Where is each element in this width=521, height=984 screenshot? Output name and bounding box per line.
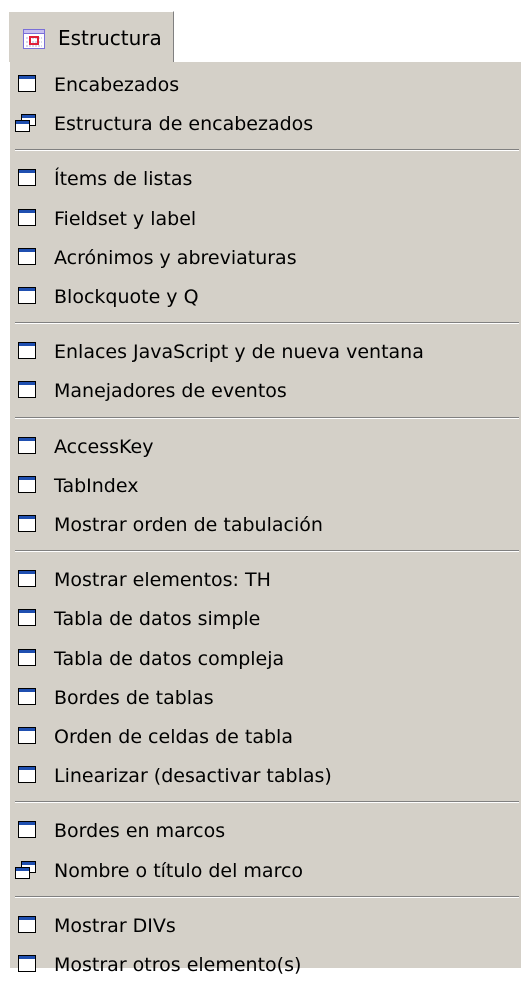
menu-separator xyxy=(15,550,519,553)
window-icon xyxy=(18,381,37,404)
menu-item[interactable]: Blockquote y Q xyxy=(18,282,518,316)
menu-item-label: Mostrar elementos: TH xyxy=(54,569,271,591)
menu-item-label: Ítems de listas xyxy=(54,168,193,190)
menu-item-label: Bordes de tablas xyxy=(54,687,214,709)
menu-item[interactable]: TabIndex xyxy=(18,471,518,505)
window-icon xyxy=(18,955,37,978)
menu-item[interactable]: Fieldset y label xyxy=(18,204,518,238)
menu-item[interactable]: Mostrar otros elemento(s) xyxy=(18,950,518,984)
estructura-dropdown-menu: Encabezados Estructura de encabezados Ítem… xyxy=(8,62,521,976)
menu-item-label: Acrónimos y abreviaturas xyxy=(54,247,297,269)
menu-item-label: Mostrar DIVs xyxy=(54,915,176,937)
window-icon xyxy=(18,476,37,499)
menu-separator xyxy=(15,322,519,325)
window-icon xyxy=(18,570,37,593)
menu-separator xyxy=(15,801,519,804)
menu-separator xyxy=(15,416,519,419)
menu-item[interactable]: Bordes de tablas xyxy=(18,683,518,717)
menu-item[interactable]: Mostrar DIVs xyxy=(18,911,518,945)
menu-item[interactable]: Enlaces JavaScript y de nueva ventana xyxy=(18,337,518,371)
window-icon xyxy=(18,248,37,271)
menu-item[interactable]: Ítems de listas xyxy=(18,164,518,198)
menu-item-label: Estructura de encabezados xyxy=(54,113,314,135)
menu-item-label: TabIndex xyxy=(54,475,139,497)
window-icon xyxy=(18,916,37,939)
menu-title: Estructura xyxy=(58,26,162,50)
menu-item-label: Orden de celdas de tabla xyxy=(54,726,293,748)
window-icon xyxy=(18,437,37,460)
menu-item-label: Linearizar (desactivar tablas) xyxy=(54,765,332,787)
menu-item[interactable]: Linearizar (desactivar tablas) xyxy=(18,761,518,795)
menu-item[interactable]: Bordes en marcos xyxy=(18,816,518,850)
window-icon xyxy=(18,342,37,365)
window-icon xyxy=(18,209,37,232)
menu-item-label: Manejadores de eventos xyxy=(54,380,287,402)
menu-item-label: Nombre o título del marco xyxy=(54,860,304,882)
window-icon xyxy=(18,821,37,844)
menu-item[interactable]: Mostrar elementos: TH xyxy=(18,565,518,599)
window-icon xyxy=(18,766,37,789)
window-icon xyxy=(18,609,37,632)
menu-item[interactable]: Nombre o título del marco xyxy=(15,856,518,890)
toolbar: Estructura xyxy=(0,0,521,64)
menu-item-label: Blockquote y Q xyxy=(54,286,199,308)
menu-item[interactable]: AccessKey xyxy=(18,432,518,466)
window-icon xyxy=(18,688,37,711)
menu-item-label: AccessKey xyxy=(54,436,154,458)
menu-item[interactable]: Mostrar orden de tabulación xyxy=(18,510,518,544)
menu-item[interactable]: Estructura de encabezados xyxy=(15,109,518,143)
window-icon xyxy=(18,169,37,192)
structure-icon xyxy=(23,29,45,53)
menu-item-label: Fieldset y label xyxy=(54,208,197,230)
menu-item[interactable]: Encabezados xyxy=(18,70,518,104)
menu-item-label: Encabezados xyxy=(54,74,180,96)
menu-item[interactable]: Tabla de datos simple xyxy=(18,604,518,638)
menu-item-label: Tabla de datos simple xyxy=(54,608,261,630)
menu-item-label: Mostrar otros elemento(s) xyxy=(54,954,302,976)
estructura-menu-button[interactable]: Estructura xyxy=(8,11,174,62)
menu-separator xyxy=(15,149,519,152)
menu-item-label: Enlaces JavaScript y de nueva ventana xyxy=(54,341,424,363)
menu-item[interactable]: Manejadores de eventos xyxy=(18,376,518,410)
cascade-windows-icon xyxy=(15,861,37,884)
menu-item-label: Tabla de datos compleja xyxy=(54,648,285,670)
window-icon xyxy=(18,649,37,672)
menu-item[interactable]: Orden de celdas de tabla xyxy=(18,722,518,756)
window-icon xyxy=(18,515,37,538)
window-icon xyxy=(18,287,37,310)
menu-item-label: Mostrar orden de tabulación xyxy=(54,514,323,536)
menu-item[interactable]: Acrónimos y abreviaturas xyxy=(18,243,518,277)
menu-item-label: Bordes en marcos xyxy=(54,820,226,842)
menu-item[interactable]: Tabla de datos compleja xyxy=(18,644,518,678)
window-icon xyxy=(18,75,37,98)
cascade-windows-icon xyxy=(15,114,37,137)
window-icon xyxy=(18,727,37,750)
menu-separator xyxy=(15,895,519,898)
